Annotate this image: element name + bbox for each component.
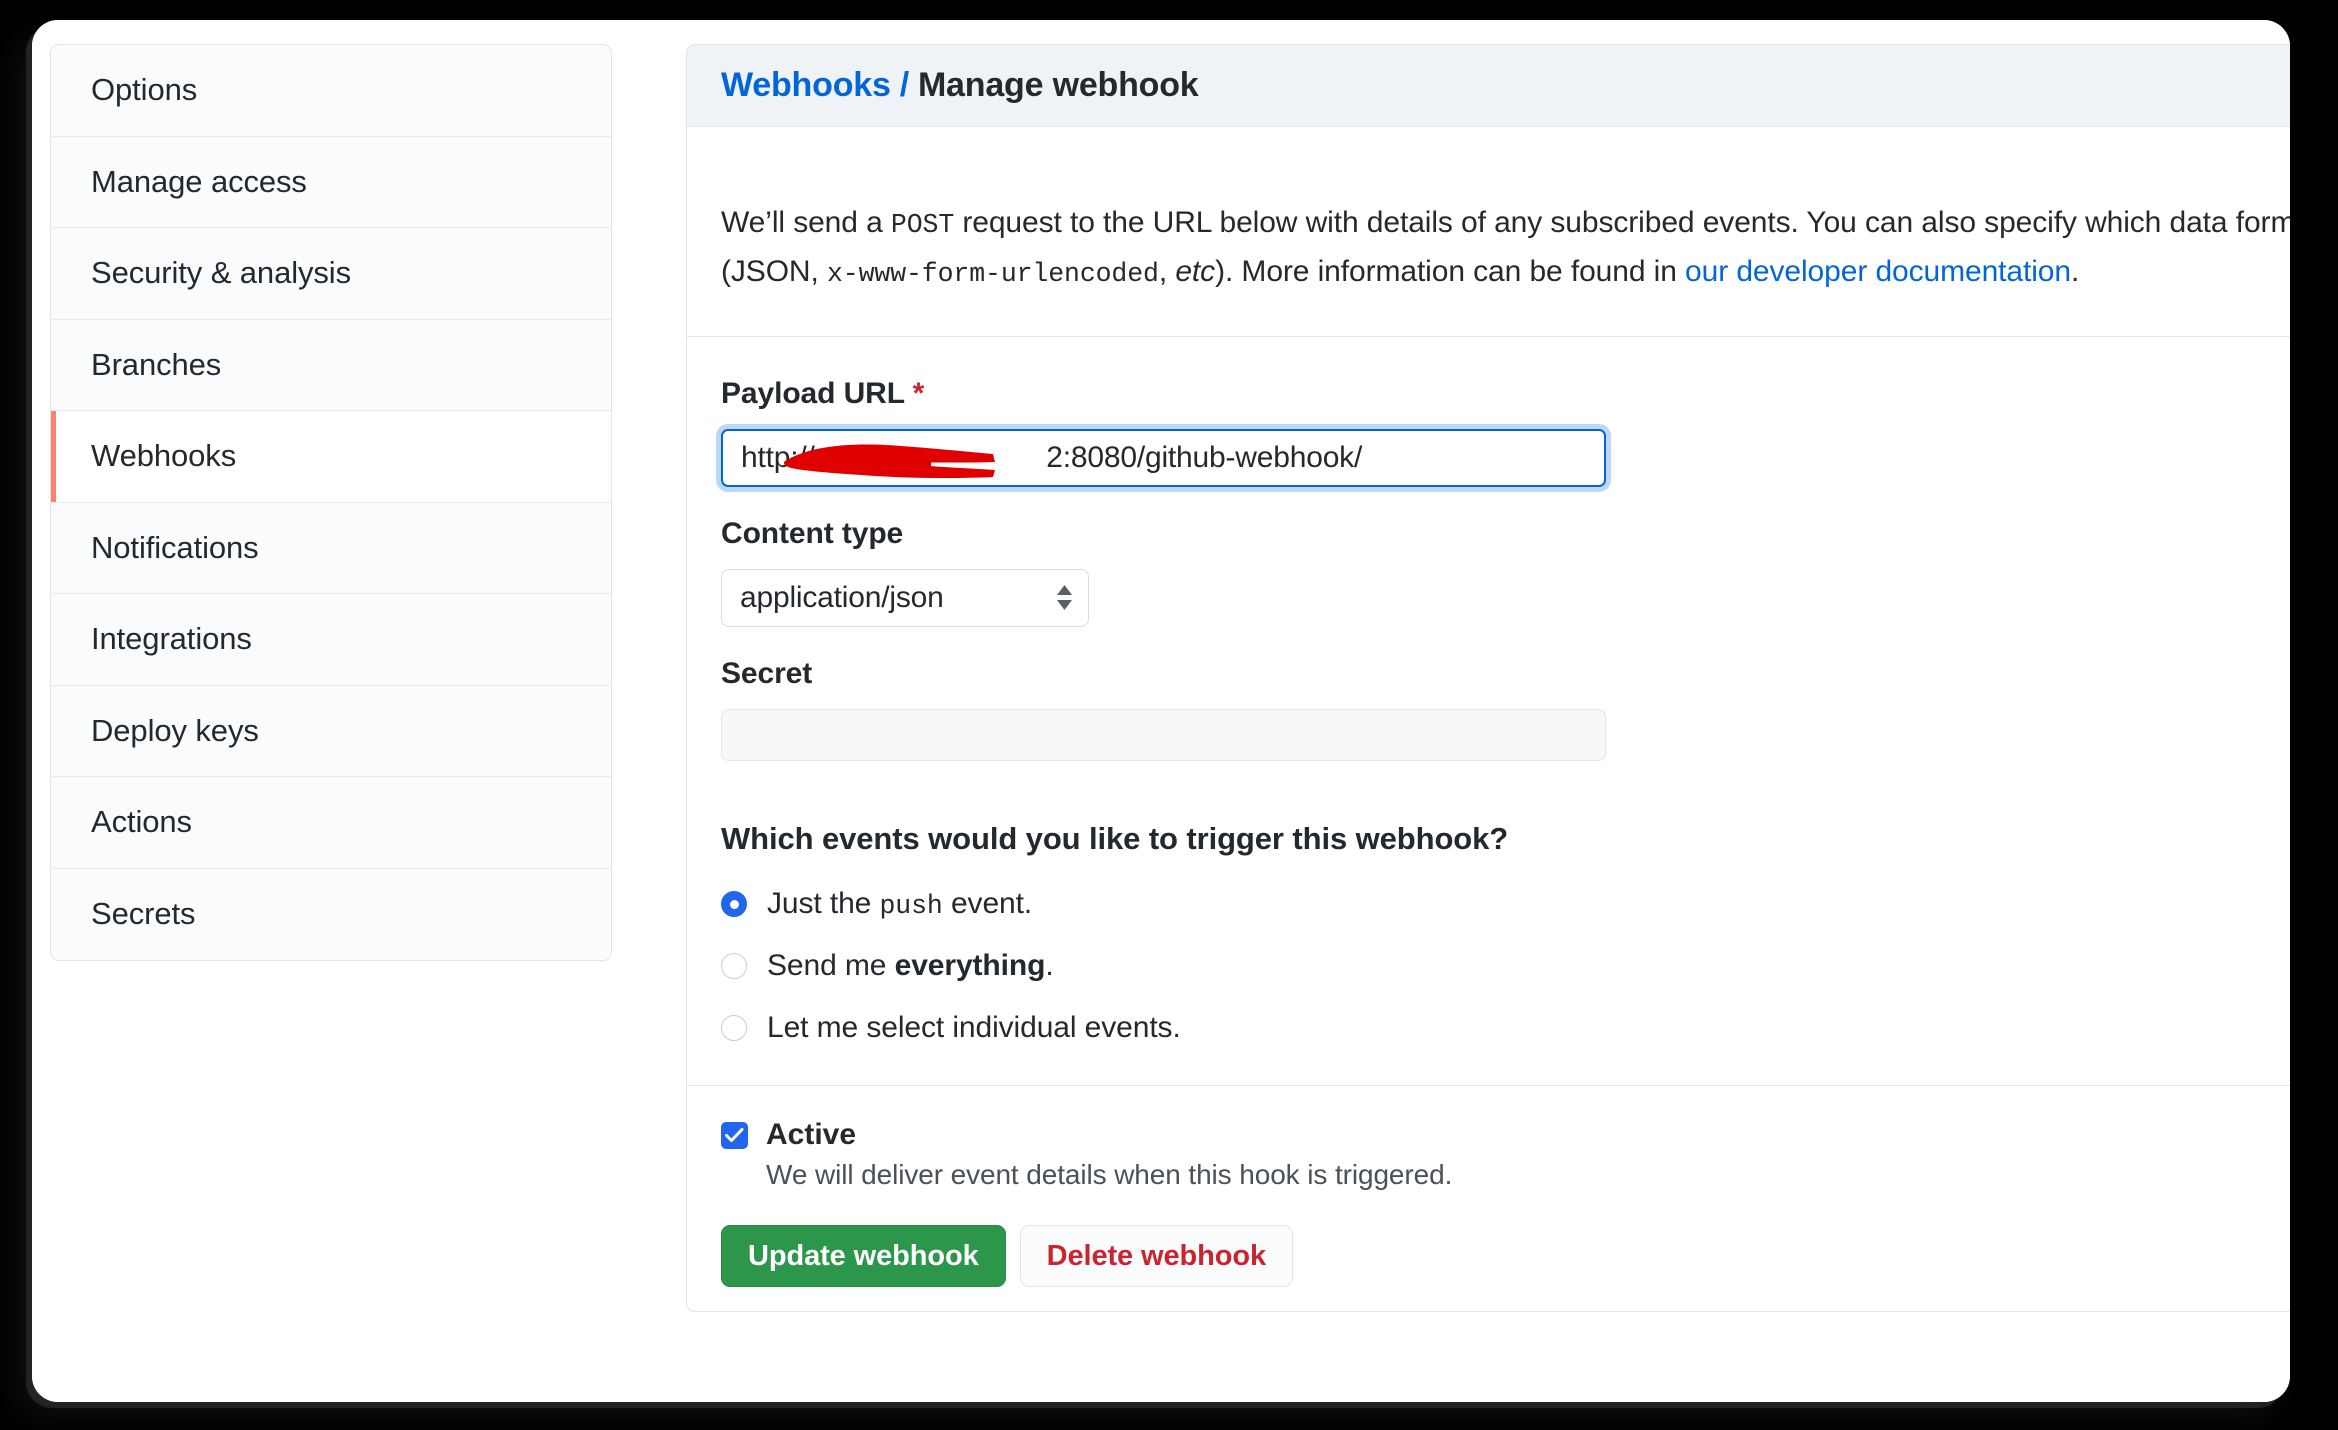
checkbox-icon-checked xyxy=(721,1121,748,1149)
everything-bold: everything xyxy=(894,949,1046,983)
sidebar-item-label: Manage access xyxy=(91,163,307,199)
events-question: Which events would you like to trigger t… xyxy=(721,821,1509,857)
active-label: Active xyxy=(766,1118,857,1152)
radio-push-prefix: Just the xyxy=(767,887,880,921)
developer-documentation-link[interactable]: our developer documentation xyxy=(1685,255,2071,288)
sidebar-item-label: Security & analysis xyxy=(91,255,351,291)
radio-push-suffix: event. xyxy=(942,887,1033,921)
sidebar-item-label: Secrets xyxy=(91,896,196,932)
radio-icon-selected xyxy=(721,891,747,918)
sidebar-item-secrets[interactable]: Secrets xyxy=(51,868,611,960)
sidebar-item-label: Actions xyxy=(91,804,192,840)
post-code: POST xyxy=(890,210,955,240)
sidebar-item-deploy-keys[interactable]: Deploy keys xyxy=(51,685,611,777)
urlencoded-code: x-www-form-urlencoded xyxy=(826,258,1159,289)
payload-url-value: http://███████████2:8080/github-webhook/ xyxy=(741,441,1362,475)
payload-url-input[interactable]: http://███████████2:8080/github-webhook/ xyxy=(721,429,1606,488)
push-code: push xyxy=(879,891,943,922)
radio-option-everything[interactable]: Send me everything. xyxy=(721,949,2290,983)
breadcrumb: Webhooks / Manage webhook xyxy=(687,45,2290,127)
intro-paragraph: We’ll send a POST request to the URL bel… xyxy=(721,199,2290,296)
sidebar-item-webhooks[interactable]: Webhooks xyxy=(51,411,611,503)
breadcrumb-webhooks-link[interactable]: Webhooks xyxy=(721,66,891,105)
manage-webhook-panel: Webhooks / Manage webhook We’ll send a P… xyxy=(686,44,2290,1312)
url-prefix: http:// xyxy=(741,441,815,475)
sidebar-item-integrations[interactable]: Integrations xyxy=(51,594,611,686)
radio-everything-prefix: Send me xyxy=(767,949,895,983)
divider-bottom xyxy=(687,1085,2290,1087)
active-checkbox-row[interactable]: Active xyxy=(721,1118,2290,1152)
active-description: We will deliver event details when this … xyxy=(766,1159,1453,1191)
radio-everything-suffix: . xyxy=(1045,949,1054,983)
radio-label-individual: Let me select individual events. xyxy=(767,1011,1181,1045)
intro-text-5: . xyxy=(2070,254,2080,288)
divider-top xyxy=(687,336,2290,338)
radio-icon-unselected xyxy=(721,953,747,980)
payload-url-label: Payload URL * xyxy=(721,377,2290,411)
sidebar-item-notifications[interactable]: Notifications xyxy=(51,502,611,594)
update-webhook-button[interactable]: Update webhook xyxy=(721,1225,1006,1288)
sidebar-item-actions[interactable]: Actions xyxy=(51,777,611,869)
settings-sidebar: Options Manage access Security & analysi… xyxy=(50,44,612,961)
sidebar-item-branches[interactable]: Branches xyxy=(51,319,611,411)
delete-webhook-button[interactable]: Delete webhook xyxy=(1019,1225,1293,1288)
chevron-updown-icon xyxy=(1056,585,1073,611)
intro-text-4: ). More information can be found in xyxy=(1215,254,1686,288)
secret-input[interactable] xyxy=(721,709,1606,762)
sidebar-item-security-analysis[interactable]: Security & analysis xyxy=(51,228,611,320)
radio-option-individual[interactable]: Let me select individual events. xyxy=(721,1011,2290,1045)
breadcrumb-separator: / xyxy=(899,66,909,104)
panel-body: We’ll send a POST request to the URL bel… xyxy=(687,127,2290,1288)
radio-label-push: Just the push event. xyxy=(767,887,1032,921)
sidebar-item-manage-access[interactable]: Manage access xyxy=(51,136,611,228)
page-viewport: Options Manage access Security & analysi… xyxy=(32,20,2290,1402)
url-suffix: 2:8080/github-webhook/ xyxy=(1046,441,1363,475)
radio-label-everything: Send me everything. xyxy=(767,949,1054,983)
sidebar-item-options[interactable]: Options xyxy=(51,45,611,137)
sidebar-item-label: Notifications xyxy=(91,529,259,565)
content-type-select[interactable]: application/json xyxy=(721,569,1089,628)
sidebar-item-label: Webhooks xyxy=(91,438,237,474)
sidebar-item-label: Options xyxy=(91,72,198,108)
radio-icon-unselected xyxy=(721,1015,747,1042)
breadcrumb-current: Manage webhook xyxy=(917,66,1199,104)
browser-window: Options Manage access Security & analysi… xyxy=(32,20,2290,1402)
content-type-value: application/json xyxy=(740,581,944,615)
payload-url-label-text: Payload URL xyxy=(721,377,905,411)
required-asterisk: * xyxy=(912,377,925,411)
intro-text-3: , xyxy=(1158,254,1176,288)
content-type-label: Content type xyxy=(721,517,904,551)
sidebar-item-label: Deploy keys xyxy=(91,712,259,748)
secret-label: Secret xyxy=(721,657,813,691)
sidebar-item-label: Integrations xyxy=(91,621,252,657)
radio-option-push[interactable]: Just the push event. xyxy=(721,887,2290,921)
sidebar-item-label: Branches xyxy=(91,346,222,382)
intro-text-1: We’ll send a xyxy=(721,206,891,239)
etc-emphasis: etc xyxy=(1175,254,1216,288)
